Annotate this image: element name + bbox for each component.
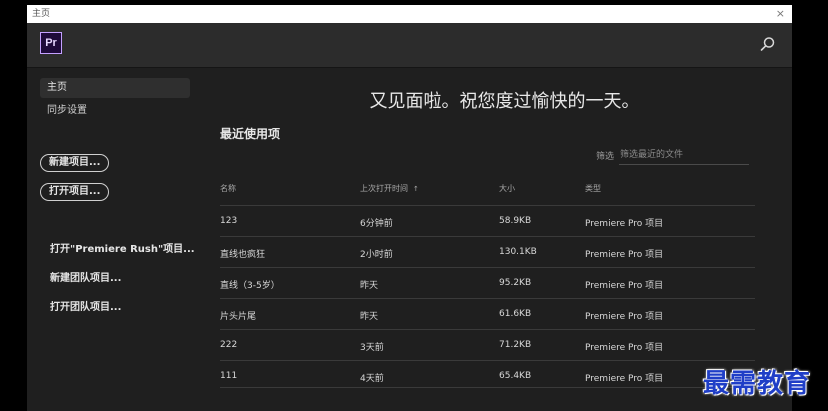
file-size: 95.2KB: [499, 278, 532, 288]
sidebar: 主页 同步设置 新建项目... 打开项目... 打开"Premiere Rush…: [27, 68, 202, 411]
file-name: 111: [220, 371, 238, 381]
file-name: 222: [220, 340, 238, 350]
file-size: 61.6KB: [499, 309, 532, 319]
file-last-opened: 6分钟前: [360, 219, 393, 229]
new-project-button[interactable]: 新建项目...: [40, 154, 110, 172]
file-type: Premiere Pro 项目: [585, 281, 664, 291]
close-icon[interactable]: ×: [776, 5, 785, 23]
window-title: 主页: [32, 9, 51, 19]
sort-arrow-icon: ↑: [413, 185, 419, 193]
file-size: 130.1KB: [499, 247, 537, 257]
greeting-text: 又见面啦。祝您度过愉快的一天。: [369, 91, 640, 112]
file-name: 123: [220, 216, 238, 226]
table-row[interactable]: 直线（3-5岁） 昨天 95.2KB Premiere Pro 项目: [220, 267, 755, 298]
file-last-opened: 昨天: [360, 281, 379, 291]
table-row[interactable]: 直线也疯狂 2小时前 130.1KB Premiere Pro 项目: [220, 236, 755, 267]
search-icon[interactable]: [760, 36, 776, 52]
file-type: Premiere Pro 项目: [585, 250, 664, 260]
file-last-opened: 3天前: [360, 343, 384, 353]
open-team-project-link[interactable]: 打开团队项目...: [50, 298, 121, 313]
sidebar-item-sync-settings[interactable]: 同步设置: [40, 101, 190, 121]
table-bottom-divider: [220, 387, 755, 388]
file-size: 71.2KB: [499, 340, 532, 350]
file-name: 直线（3-5岁）: [220, 281, 280, 291]
file-name: 片头片尾: [220, 312, 257, 322]
sidebar-item-home[interactable]: 主页: [40, 78, 190, 98]
filter-label: 筛选: [596, 152, 615, 162]
open-project-button[interactable]: 打开项目...: [40, 183, 110, 201]
file-last-opened: 4天前: [360, 374, 384, 384]
file-type: Premiere Pro 项目: [585, 374, 664, 384]
background-panel: [792, 0, 828, 411]
file-type: Premiere Pro 项目: [585, 312, 664, 322]
file-type: Premiere Pro 项目: [585, 219, 664, 229]
premiere-home-window: 主页 × Pr 主页 同步设置 新建项目... 打开项目... 打开"Premi…: [27, 5, 792, 411]
recent-items-title: 最近使用项: [220, 127, 281, 141]
file-size: 65.4KB: [499, 371, 532, 381]
file-size: 58.9KB: [499, 216, 532, 226]
table-row[interactable]: 123 6分钟前 58.9KB Premiere Pro 项目: [220, 205, 755, 236]
filter-input[interactable]: [619, 146, 749, 165]
watermark-logo: 最需教育: [703, 369, 812, 399]
table-row[interactable]: 222 3天前 71.2KB Premiere Pro 项目: [220, 329, 755, 360]
header-bar: Pr: [27, 23, 792, 68]
file-last-opened: 2小时前: [360, 250, 393, 260]
file-type: Premiere Pro 项目: [585, 343, 664, 353]
column-header-last-opened[interactable]: 上次打开时间 ↑: [360, 183, 419, 194]
premiere-logo: Pr: [40, 32, 62, 54]
column-header-name[interactable]: 名称: [220, 183, 236, 194]
column-header-last-opened-label: 上次打开时间: [360, 184, 408, 193]
file-last-opened: 昨天: [360, 312, 379, 322]
file-name: 直线也疯狂: [220, 250, 266, 260]
table-row[interactable]: 片头片尾 昨天 61.6KB Premiere Pro 项目: [220, 298, 755, 329]
recent-files-table: 123 6分钟前 58.9KB Premiere Pro 项目 直线也疯狂 2小…: [220, 205, 755, 391]
column-header-size[interactable]: 大小: [499, 183, 515, 194]
title-bar: 主页 ×: [27, 5, 792, 23]
table-header: 名称 上次打开时间 ↑ 大小 类型: [220, 183, 755, 201]
open-rush-project-link[interactable]: 打开"Premiere Rush"项目...: [50, 240, 195, 255]
column-header-type[interactable]: 类型: [585, 183, 601, 194]
new-team-project-link[interactable]: 新建团队项目...: [50, 269, 121, 284]
